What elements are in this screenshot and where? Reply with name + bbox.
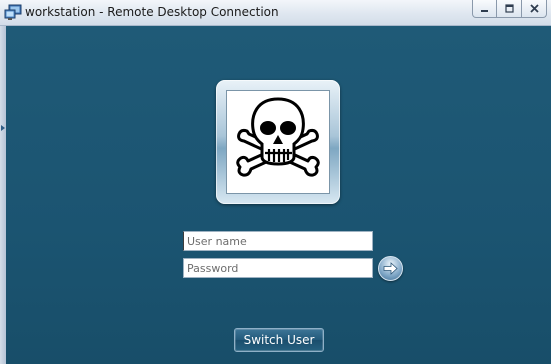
window-title: workstation - Remote Desktop Connection xyxy=(25,5,279,19)
connection-bar-pin-icon[interactable] xyxy=(0,124,6,132)
caption-buttons xyxy=(472,0,547,19)
submit-arrow-button[interactable] xyxy=(378,256,403,281)
minimize-button[interactable] xyxy=(472,0,497,18)
password-input[interactable] xyxy=(183,258,373,278)
maximize-icon xyxy=(504,4,514,13)
close-icon xyxy=(529,4,539,13)
maximize-button[interactable] xyxy=(497,0,522,18)
close-button[interactable] xyxy=(522,0,547,18)
username-input[interactable] xyxy=(183,231,373,251)
window-left-edge xyxy=(0,26,6,364)
title-bar[interactable]: workstation - Remote Desktop Connection xyxy=(0,0,551,26)
user-picture xyxy=(226,90,330,194)
minimize-icon xyxy=(481,10,488,12)
switch-user-button[interactable]: Switch User xyxy=(234,328,324,352)
remote-desktop-window: workstation - Remote Desktop Connection xyxy=(0,0,551,364)
remote-desktop-icon[interactable] xyxy=(4,4,22,21)
skull-crossbones-icon xyxy=(236,97,320,177)
user-tile xyxy=(216,80,340,204)
arrow-right-icon xyxy=(383,262,398,275)
